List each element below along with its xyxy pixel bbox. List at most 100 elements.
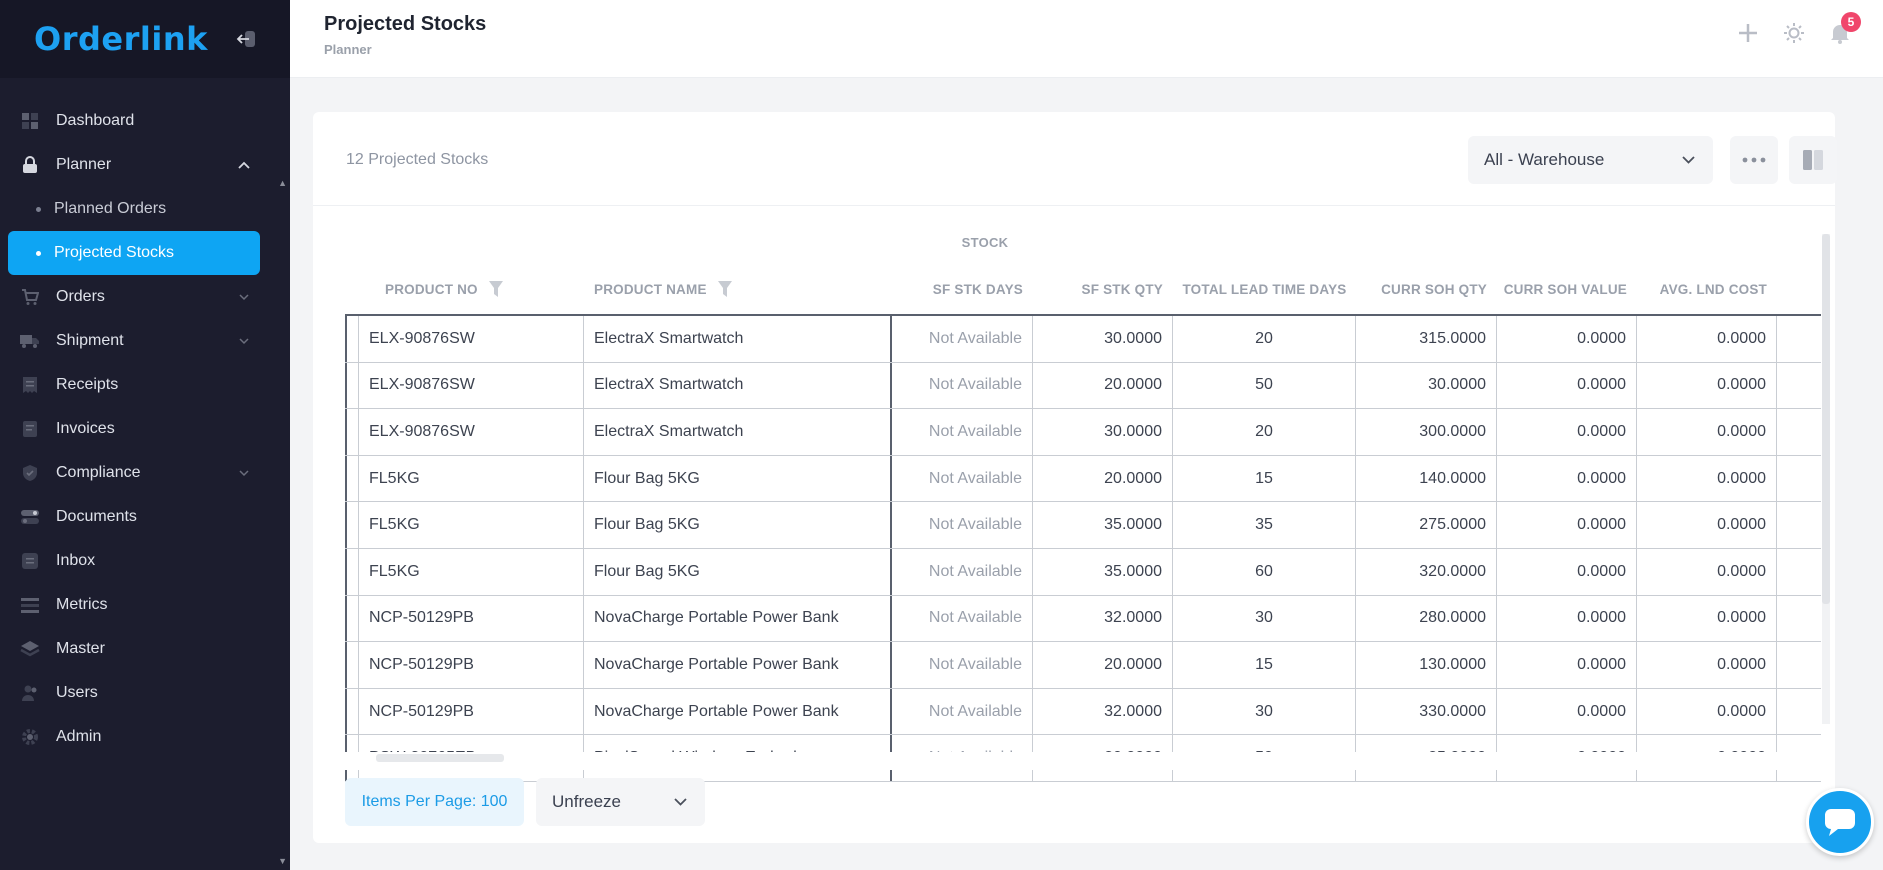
cell-curr-soh-value: 0.0000	[1497, 316, 1637, 362]
filter-icon[interactable]	[488, 280, 504, 298]
cell-curr-soh-value: 0.0000	[1497, 595, 1637, 642]
table-row[interactable]: NCP-50129PB NovaCharge Portable Power Ba…	[345, 688, 1821, 736]
cell-sf-stk-days: Not Available	[892, 688, 1033, 735]
header-spacer	[1777, 264, 1821, 314]
freeze-select[interactable]: Unfreeze	[536, 778, 705, 826]
notification-badge: 5	[1841, 12, 1861, 32]
row-spacer	[345, 688, 359, 735]
plus-icon[interactable]	[1737, 22, 1759, 44]
sidebar-item-users[interactable]: Users	[0, 671, 290, 715]
brand-bar: Orderlink	[0, 0, 290, 78]
sidebar-item-shipment[interactable]: Shipment	[0, 319, 290, 363]
sidebar-item-compliance[interactable]: Compliance	[0, 451, 290, 495]
receipt-icon	[20, 375, 40, 395]
cell-total-lead-time-days: 15	[1173, 642, 1356, 688]
cell-curr-soh-value: 0.0000	[1497, 642, 1637, 688]
cell-sf-stk-days: Not Available	[892, 455, 1033, 502]
sidebar-item-receipts[interactable]: Receipts	[0, 363, 290, 407]
vertical-scrollbar[interactable]	[1822, 234, 1830, 724]
sidebar-item-planner[interactable]: Planner	[0, 143, 290, 187]
cell-curr-soh-value: 0.0000	[1497, 409, 1637, 455]
sun-icon[interactable]	[1783, 22, 1805, 44]
column-header-sf-stk-qty[interactable]: SF STK QTY	[1033, 264, 1173, 314]
sidebar-item-dashboard[interactable]: Dashboard	[0, 99, 290, 143]
filter-icon[interactable]	[717, 280, 733, 298]
column-header-total-lead-time-days[interactable]: TOTAL LEAD TIME DAYS	[1173, 264, 1356, 314]
column-header-sf-stk-days[interactable]: SF STK DAYS	[892, 264, 1033, 314]
row-spacer	[345, 409, 359, 455]
more-options-button[interactable]	[1730, 136, 1778, 184]
cell-curr-soh-value: 0.0000	[1497, 455, 1637, 502]
warehouse-select[interactable]: All - Warehouse	[1468, 136, 1713, 184]
cell-curr-soh-qty: 280.0000	[1356, 595, 1497, 642]
table-row[interactable]: ELX-90876SW ElectraX Smartwatch Not Avai…	[345, 316, 1821, 363]
table-row[interactable]: NCP-50129PB NovaCharge Portable Power Ba…	[345, 642, 1821, 689]
sidebar-item-master[interactable]: Master	[0, 627, 290, 671]
row-spacer	[1777, 363, 1821, 409]
row-spacer	[345, 595, 359, 642]
sidebar-item-metrics[interactable]: Metrics	[0, 583, 290, 627]
items-per-page-button[interactable]: Items Per Page: 100	[345, 778, 524, 826]
cell-product-name: ElectraX Smartwatch	[584, 316, 892, 362]
cell-avg-lnd-cost: 0.0000	[1637, 409, 1777, 455]
header-actions: 5	[1737, 12, 1861, 44]
sidebar-item-admin[interactable]: Admin	[0, 715, 290, 759]
bell-icon[interactable]: 5	[1829, 12, 1861, 44]
sidebar-item-documents[interactable]: Documents	[0, 495, 290, 539]
cell-product-no: FL5KG	[359, 548, 584, 595]
column-header-label: PRODUCT NAME	[594, 281, 707, 297]
breadcrumb[interactable]: Planner	[324, 42, 372, 57]
cell-product-name: NovaCharge Portable Power Bank	[584, 595, 892, 642]
cell-product-name: ElectraX Smartwatch	[584, 362, 892, 409]
column-header-product-name[interactable]: PRODUCT NAME	[584, 264, 892, 314]
scroll-down-arrow[interactable]: ▼	[278, 856, 287, 866]
horizontal-scrollbar-thumb[interactable]	[376, 754, 504, 762]
cell-sf-stk-days: Not Available	[892, 502, 1033, 548]
column-header-curr-soh-qty[interactable]: CURR SOH QTY	[1356, 264, 1497, 314]
table-row[interactable]: ELX-90876SW ElectraX Smartwatch Not Avai…	[345, 362, 1821, 410]
row-spacer	[345, 316, 359, 362]
sidebar-item-orders[interactable]: Orders	[0, 275, 290, 319]
row-spacer	[1777, 642, 1821, 688]
sidebar-item-planned-orders[interactable]: Planned Orders	[8, 187, 260, 231]
table-row[interactable]: FL5KG Flour Bag 5KG Not Available 20.000…	[345, 455, 1821, 503]
scroll-up-arrow[interactable]: ▲	[278, 178, 287, 188]
table-row[interactable]: ELX-90876SW ElectraX Smartwatch Not Avai…	[345, 409, 1821, 456]
table-row[interactable]: FL5KG Flour Bag 5KG Not Available 35.000…	[345, 548, 1821, 596]
grid-icon	[20, 111, 40, 131]
chat-support-button[interactable]	[1806, 788, 1874, 856]
table-clip-mask	[345, 752, 1821, 770]
cell-curr-soh-qty: 315.0000	[1356, 316, 1497, 362]
cell-sf-stk-days: Not Available	[892, 362, 1033, 409]
cell-sf-stk-qty: 20.0000	[1033, 362, 1173, 409]
sidebar-item-invoices[interactable]: Invoices	[0, 407, 290, 451]
cell-total-lead-time-days: 20	[1173, 316, 1356, 362]
sidebar-nav: ▲ Dashboard Planner Planned Orders Proje…	[0, 78, 290, 759]
stocks-table: STOCK PRODUCT NO PRODUCT NAME SF STK DAY…	[345, 226, 1821, 866]
column-header-product-no[interactable]: PRODUCT NO	[359, 264, 584, 314]
column-layout-button[interactable]	[1789, 136, 1837, 184]
cell-sf-stk-days: Not Available	[892, 409, 1033, 455]
table-row[interactable]: FL5KG Flour Bag 5KG Not Available 35.000…	[345, 502, 1821, 549]
vertical-scrollbar-thumb[interactable]	[1822, 234, 1830, 604]
sidebar-item-label: Metrics	[56, 596, 108, 613]
cell-product-no: ELX-90876SW	[359, 362, 584, 409]
collapse-sidebar-button[interactable]	[234, 28, 258, 50]
sidebar-item-projected-stocks[interactable]: Projected Stocks	[8, 231, 260, 275]
sidebar-item-label: Receipts	[56, 376, 119, 393]
cell-product-name: Flour Bag 5KG	[584, 548, 892, 595]
layers-icon	[20, 639, 40, 659]
row-spacer	[1777, 316, 1821, 362]
column-header-curr-soh-value[interactable]: CURR SOH VALUE	[1497, 264, 1637, 314]
app-logo: Orderlink	[34, 20, 208, 58]
sidebar-item-inbox[interactable]: Inbox	[0, 539, 290, 583]
row-spacer	[345, 642, 359, 688]
chat-bubble-icon	[1825, 809, 1855, 836]
cell-avg-lnd-cost: 0.0000	[1637, 595, 1777, 642]
column-header-avg-lnd-cost[interactable]: AVG. LND COST	[1637, 264, 1777, 314]
table-row[interactable]: NCP-50129PB NovaCharge Portable Power Ba…	[345, 595, 1821, 643]
truck-icon	[20, 331, 40, 351]
cell-product-no: FL5KG	[359, 455, 584, 502]
sidebar-item-label: Admin	[56, 728, 102, 745]
cell-sf-stk-days: Not Available	[892, 642, 1033, 688]
